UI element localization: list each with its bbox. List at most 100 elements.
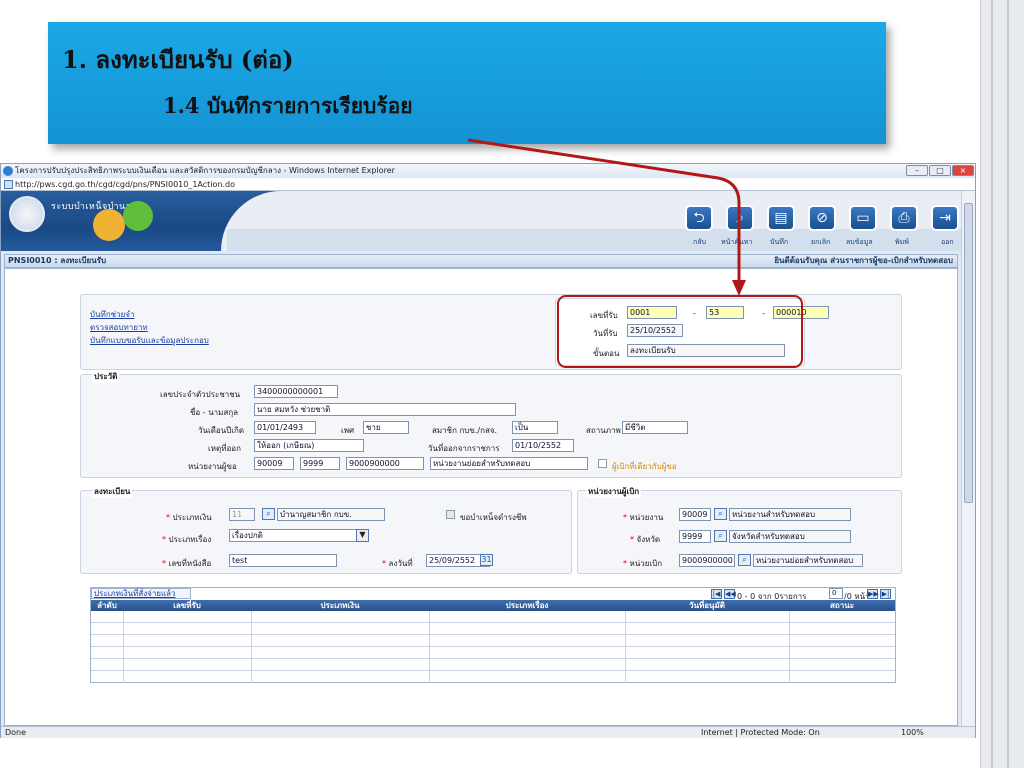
scroll-thumb[interactable]	[964, 203, 973, 503]
payer-section-title: หน่วยงานผู้เบิก	[586, 485, 642, 498]
pay-unit-lookup-icon[interactable]: ⌕	[738, 554, 751, 566]
matter-type-select[interactable]: เรื่องปกติ	[229, 529, 357, 542]
payer-unit-label: หน่วยงาน	[629, 513, 664, 522]
minimize-button[interactable]: –	[906, 165, 928, 176]
member-label: สมาชิก กบข./กสจ.	[432, 426, 498, 435]
sex-field[interactable]: ชาย	[363, 421, 409, 434]
slide-title: 1. ลงทะเบียนรับ (ต่อ)	[62, 45, 294, 74]
reason-field[interactable]: ให้ออก (เกษียณ)	[254, 439, 364, 452]
province-lookup-icon[interactable]: ⌕	[714, 530, 727, 542]
page-title: PNSI0010 : ลงทะเบียนรับ	[8, 256, 107, 265]
col-divider	[625, 611, 626, 683]
slide-subtitle: 1.4 บันทึกรายการเรียบร้อย	[163, 93, 413, 118]
pay-unit-code[interactable]: 9000900000	[679, 554, 735, 567]
people-icon-2	[123, 201, 153, 231]
table-row[interactable]	[91, 611, 895, 623]
back-button[interactable]: ⮌	[685, 205, 713, 231]
sex-label: เพศ	[341, 426, 355, 435]
name-field[interactable]: นาย สมหวัง ช่วยชาติ	[254, 403, 516, 416]
prev-page-icon[interactable]: ◀◀	[724, 589, 736, 599]
money-type-code[interactable]: 11	[229, 508, 255, 521]
col-divider	[251, 611, 252, 683]
money-type-name: บำนาญสมาชิก กบข.	[277, 508, 385, 521]
col-register-no: เลขที่รับ	[173, 601, 201, 610]
col-status: สถานะ	[830, 601, 854, 610]
link-memo[interactable]: บันทึกช่วยจำ	[90, 308, 134, 321]
requester-unit-label: หน่วยงานผู้ขอ	[188, 462, 237, 471]
requester-unit-3[interactable]: 9000900000	[346, 457, 424, 470]
calendar-icon[interactable]: 31	[480, 554, 493, 566]
col-money-type: ประเภทเงิน	[320, 601, 360, 610]
print-button[interactable]: ⎙	[890, 205, 918, 231]
close-button[interactable]: ×	[952, 165, 974, 176]
payer-unit-code[interactable]: 90009	[679, 508, 711, 521]
col-divider	[123, 611, 124, 683]
address-bar[interactable]: http://pws.cgd.go.th/cgd/cgd/pns/PNSI001…	[1, 178, 975, 191]
register-section-title: ลงทะเบียน	[92, 485, 133, 498]
province-label: จังหวัด	[636, 535, 661, 544]
leave-date-field[interactable]: 01/10/2552	[512, 439, 574, 452]
same-payer-checkbox[interactable]	[598, 459, 607, 468]
birth-field[interactable]: 01/01/2493	[254, 421, 316, 434]
ie-icon	[3, 166, 13, 176]
vertical-scrollbar[interactable]	[961, 191, 975, 726]
page-input[interactable]: 0	[829, 588, 843, 599]
col-seq: ลำดับ	[97, 601, 117, 610]
next-page-icon[interactable]: ▶▶	[867, 589, 879, 599]
living-allowance-checkbox[interactable]	[446, 510, 455, 519]
delete-button[interactable]: ▭	[849, 205, 877, 231]
page-icon	[4, 180, 13, 189]
zoom-level[interactable]: 100%	[901, 727, 924, 739]
grid-title[interactable]: ประเภทเงินที่สั่งจ่ายแล้ว	[91, 588, 191, 599]
paid-money-grid: ประเภทเงินที่สั่งจ่ายแล้ว |◀ ◀◀ 0 - 0 จา…	[90, 587, 896, 683]
toolbar-label-exit: ออก	[941, 238, 954, 246]
toolbar-label-cancel: ยกเลิก	[811, 238, 831, 246]
toolbar-label-save: บันทึก	[770, 238, 789, 246]
address-url[interactable]: http://pws.cgd.go.th/cgd/cgd/pns/PNSI001…	[15, 180, 235, 189]
search-button[interactable]: ⌕	[726, 205, 754, 231]
birth-label: วันเดือนปีเกิด	[198, 426, 245, 435]
table-row[interactable]	[91, 635, 895, 647]
slide-banner: 1. ลงทะเบียนรับ (ต่อ) 1.4 บันทึกรายการเร…	[48, 22, 886, 144]
table-row[interactable]	[91, 647, 895, 659]
maximize-button[interactable]: □	[929, 165, 951, 176]
name-label: ชื่อ - นามสกุล	[190, 408, 239, 417]
book-no-field[interactable]: test	[229, 554, 337, 567]
col-divider	[789, 611, 790, 683]
province-name: จังหวัดสำหรับทดสอบ	[729, 530, 851, 543]
save-button[interactable]: ▤	[767, 205, 795, 231]
requester-unit-name[interactable]: หน่วยงานย่อยสำหรับทดสอบ	[430, 457, 588, 470]
cancel-button[interactable]: ⊘	[808, 205, 836, 231]
id-field[interactable]: 3400000000001	[254, 385, 338, 398]
leave-date-label: วันที่ออกจากราชการ	[428, 444, 500, 453]
history-section-title: ประวัติ	[92, 370, 120, 383]
status-text: Done	[5, 728, 27, 737]
exit-button[interactable]: ⇥	[931, 205, 959, 231]
first-page-icon[interactable]: |◀	[711, 589, 722, 599]
last-page-icon[interactable]: ▶|	[880, 589, 891, 599]
browser-titlebar: โครงการปรับปรุงประสิทธิภาพระบบเงินเดือน …	[1, 164, 975, 178]
requester-unit-2[interactable]: 9999	[300, 457, 340, 470]
table-row[interactable]	[91, 623, 895, 635]
browser-title: โครงการปรับปรุงประสิทธิภาพระบบเงินเดือน …	[15, 166, 395, 175]
table-row[interactable]	[91, 659, 895, 671]
status-label: สถานภาพ	[586, 426, 621, 435]
toolbar-label-print: พิมพ์	[895, 238, 909, 246]
col-matter-type: ประเภทเรื่อง	[505, 601, 549, 610]
link-heirs[interactable]: ตรวจสอบทายาท	[90, 321, 148, 334]
book-no-label: เลขที่หนังสือ	[168, 559, 212, 568]
link-request-form[interactable]: บันทึกแบบขอรับและข้อมูลประกอบ	[90, 334, 209, 347]
welcome-text: ยินดีต้อนรับคุณ ส่วนราชการผู้ขอ-เบิกสำหร…	[774, 256, 953, 265]
province-code[interactable]: 9999	[679, 530, 711, 543]
payer-unit-lookup-icon[interactable]: ⌕	[714, 508, 727, 520]
member-field[interactable]: เป็น	[512, 421, 558, 434]
book-date-label: ลงวันที่	[388, 559, 413, 568]
money-type-lookup-icon[interactable]: ⌕	[262, 508, 275, 520]
requester-unit-1[interactable]: 90009	[254, 457, 294, 470]
status-bar: Done Internet | Protected Mode: On 100%	[1, 726, 975, 738]
chevron-down-icon[interactable]: ▼	[356, 529, 369, 542]
status-field[interactable]: มีชีวิต	[622, 421, 688, 434]
reason-label: เหตุที่ออก	[208, 444, 241, 453]
logo	[9, 196, 45, 232]
money-type-label: ประเภทเงิน	[172, 513, 212, 522]
